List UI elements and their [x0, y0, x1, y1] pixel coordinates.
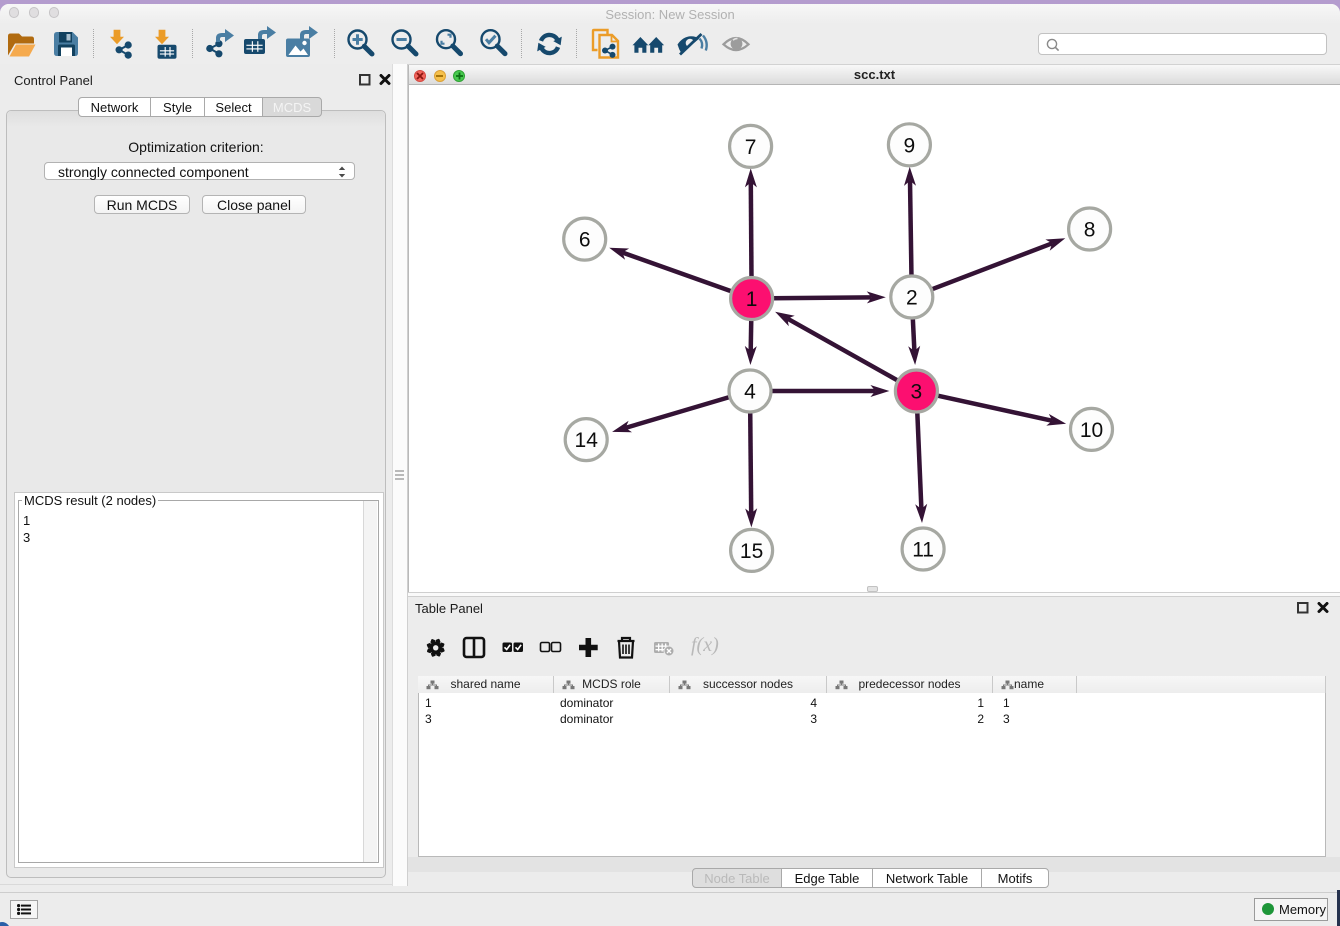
svg-text:8: 8	[1084, 219, 1096, 242]
svg-text:2: 2	[906, 287, 918, 310]
svg-text:10: 10	[1080, 419, 1103, 442]
svg-text:7: 7	[745, 136, 757, 159]
svg-text:6: 6	[579, 229, 591, 252]
svg-text:11: 11	[912, 539, 934, 562]
svg-text:3: 3	[911, 381, 923, 404]
svg-text:9: 9	[904, 134, 916, 157]
svg-text:4: 4	[744, 381, 756, 404]
svg-text:14: 14	[575, 429, 599, 452]
svg-text:15: 15	[740, 540, 763, 563]
svg-text:1: 1	[746, 288, 758, 311]
